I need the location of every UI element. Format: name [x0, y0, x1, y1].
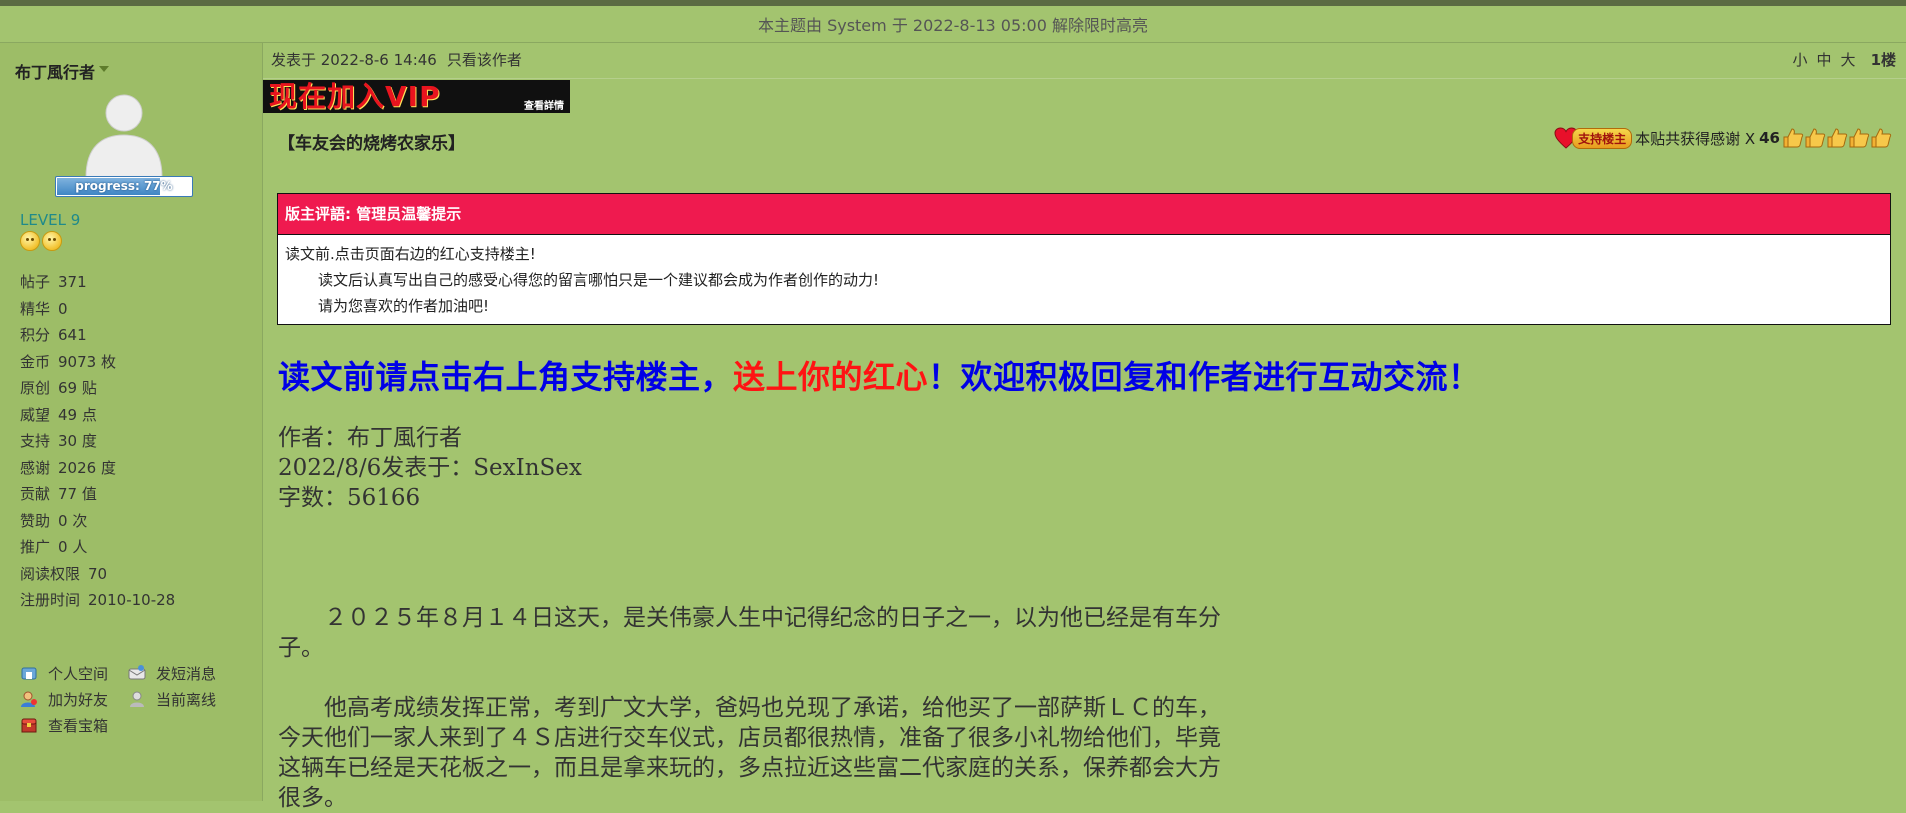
thumbs-up-icon: [1783, 128, 1804, 148]
view-treasure-link[interactable]: 查看宝箱: [20, 715, 128, 736]
stat-row: 注册时间 2010-10-28: [20, 591, 176, 609]
stat-row: 帖子 371: [20, 273, 87, 291]
stat-row: 精华 0: [20, 299, 68, 318]
author-actions: 个人空间 发短消息 加为好友 当前离线 查看宝箱: [20, 660, 260, 738]
content-word-count: 字数：56166: [278, 485, 421, 511]
stat-row: 赞助 0 次: [20, 511, 88, 530]
treasure-chest-icon: [21, 718, 37, 733]
smiley-icon: [42, 231, 62, 251]
reader-banner: 读文前请点击右上角支持楼主，送上你的红心！欢迎积极回复和作者进行互动交流！: [278, 352, 1481, 398]
author-name[interactable]: 布丁風行者: [15, 59, 110, 83]
author-sidebar: 布丁風行者 progress: 77% LEVEL 9 帖子 371 精华 0 积分…: [0, 43, 263, 801]
font-small-button[interactable]: 小: [1793, 49, 1808, 70]
banner-blue-1: 读文前请点击右上角支持楼主，: [278, 358, 734, 396]
offline-user-icon: [130, 691, 144, 707]
content-author: 作者：布丁風行者: [278, 425, 462, 451]
thanks-text: 本贴共获得感谢 X: [1635, 129, 1756, 148]
post-content: 作者：布丁風行者 2022/8/6发表于：SexInSex 字数：56166 ２…: [278, 423, 1238, 813]
avatar[interactable]: [78, 91, 170, 177]
moderator-line: 请为您喜欢的作者加油吧!: [318, 297, 490, 315]
post-title: 【车友会的烧烤农家乐】: [278, 134, 465, 154]
add-friend-icon: [21, 691, 37, 707]
support-author-label[interactable]: 支持楼主: [1572, 127, 1633, 149]
moderator-note: 版主评語: 管理员温馨提示 读文前.点击页面右边的红心支持楼主! 读文后认真写出…: [277, 193, 1891, 325]
personal-space-link[interactable]: 个人空间: [20, 663, 128, 684]
thanks-count: 46: [1759, 129, 1780, 147]
stat-row: 贡献 77 值: [20, 485, 97, 503]
level-badges: [20, 231, 62, 251]
stat-row: 阅读权限 70: [20, 564, 108, 583]
font-large-button[interactable]: 大: [1841, 49, 1856, 70]
moderator-line: 读文后认真写出自己的感受心得您的留言哪怕只是一个建议都会成为作者创作的动力!: [318, 271, 880, 289]
divider: [263, 78, 1906, 79]
stat-row: 支持 30 度: [20, 432, 97, 450]
thumbs-up-icon: [1849, 128, 1870, 148]
content-paragraph: 他高考成绩发挥正常，考到广文大学，爸妈也兑现了承诺，给他买了一部萨斯ＬＣ的车，今…: [278, 695, 1221, 811]
progress-bar: progress: 77%: [55, 176, 193, 197]
post-date: 发表于 2022-8-6 14:46: [271, 51, 437, 69]
vip-banner-text[interactable]: 现在加入VIP: [269, 80, 441, 113]
support-author-button[interactable]: 支持楼主: [1554, 127, 1633, 149]
banner-blue-2: ！欢迎积极回复和作者进行互动交流！: [928, 358, 1481, 396]
user-level: LEVEL 9: [20, 211, 81, 229]
post-main: 发表于 2022-8-6 14:46 只看该作者 小 中 大 1楼 现在加入VIP…: [263, 43, 1906, 811]
stat-row: 威望 49 点: [20, 405, 97, 424]
stat-row: 推广 0 人: [20, 538, 88, 556]
stat-row: 积分 641: [20, 326, 87, 344]
moderator-note-title: 版主评語: 管理员温馨提示: [278, 194, 1890, 235]
vip-banner[interactable]: 现在加入VIP 查看詳情: [263, 80, 570, 113]
floor-number[interactable]: 1楼: [1871, 49, 1896, 70]
progress-label: progress: 77%: [75, 179, 173, 193]
content-date: 2022/8/6发表于：SexInSex: [278, 455, 582, 481]
content-paragraph: ２０２５年８月１４日这天，是关伟豪人生中记得纪念的日子之一，以为他已经是有车分子…: [278, 605, 1221, 661]
online-status: 当前离线: [128, 689, 236, 710]
thumbs-up-icon: [1871, 128, 1892, 148]
chevron-down-icon[interactable]: [99, 66, 110, 72]
banner-red: 送上你的红心: [733, 358, 929, 396]
author-name-text[interactable]: 布丁風行者: [15, 63, 95, 82]
moderator-note-body: 读文前.点击页面右边的红心支持楼主! 读文后认真写出自己的感受心得您的留言哪怕只…: [278, 235, 1890, 325]
font-size-controls: 小 中 大 1楼: [1793, 49, 1896, 70]
thanks-area: 支持楼主 本贴共获得感谢 X 46: [1554, 127, 1892, 149]
message-icon: [128, 665, 146, 680]
highlight-notice: 本主题由 System 于 2022-8-13 05:00 解除限时高亮: [0, 6, 1906, 43]
home-icon: [21, 667, 37, 680]
send-message-link[interactable]: 发短消息: [128, 663, 236, 684]
font-medium-button[interactable]: 中: [1817, 49, 1832, 70]
stat-row: 感谢 2026 度: [20, 458, 116, 477]
author-stats: 帖子 371 精华 0 积分 641 金币 9073 枚 原创 69 贴 威望 49 点 支…: [20, 269, 175, 614]
add-friend-link[interactable]: 加为好友: [20, 689, 128, 710]
post-meta: 发表于 2022-8-6 14:46 只看该作者: [271, 49, 522, 70]
only-author-link[interactable]: 只看该作者: [447, 51, 522, 69]
stat-row: 原创 69 贴: [20, 379, 97, 397]
smiley-icon: [20, 231, 40, 251]
thumbs-up-icon: [1805, 128, 1826, 148]
thumbs-up-icon: [1827, 128, 1848, 148]
vip-banner-detail[interactable]: 查看詳情: [524, 97, 564, 112]
moderator-line: 读文前.点击页面右边的红心支持楼主!: [285, 245, 536, 263]
stat-row: 金币 9073 枚: [20, 352, 116, 371]
